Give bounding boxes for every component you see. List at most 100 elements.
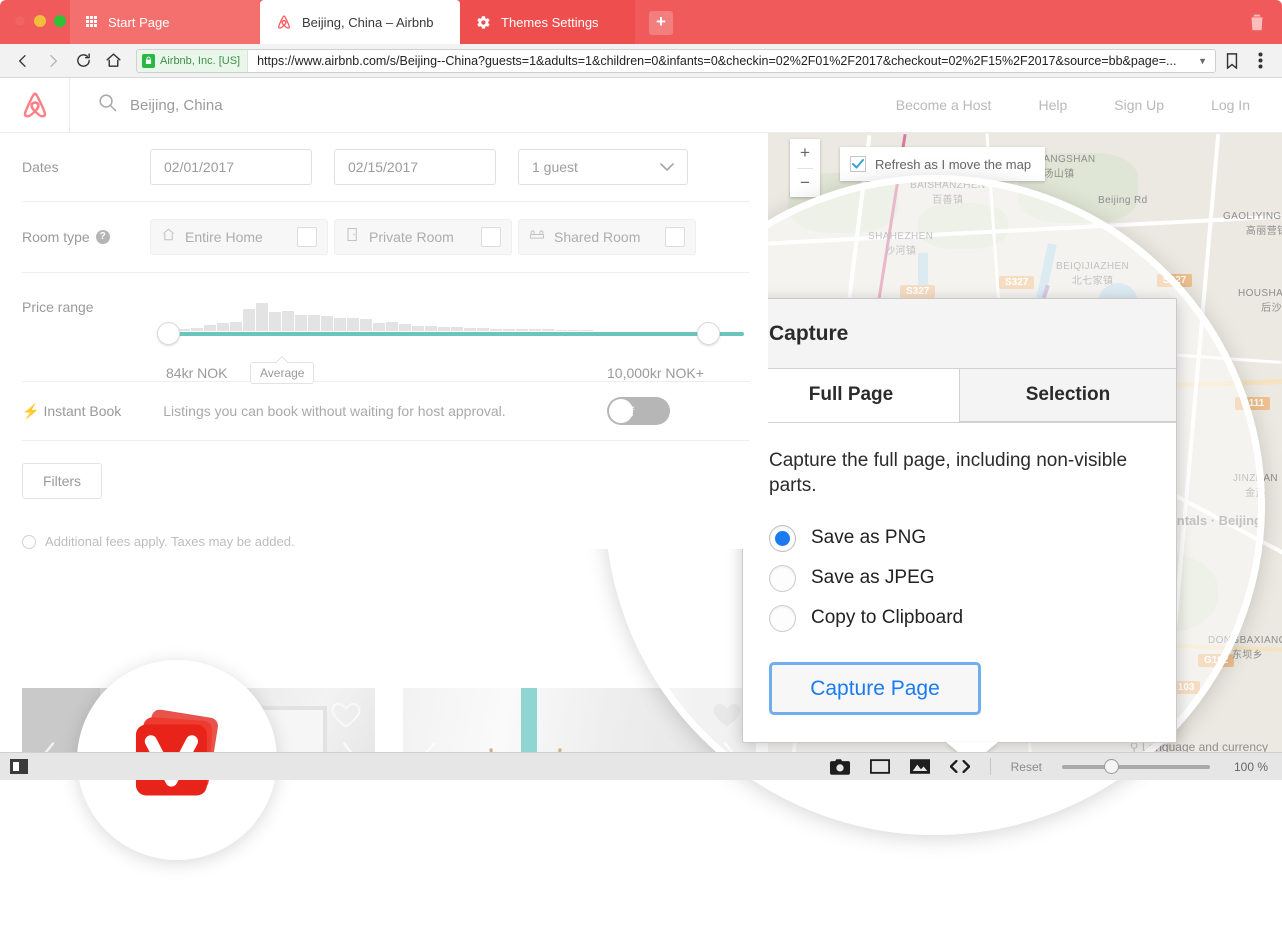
heart-icon[interactable] xyxy=(712,702,742,729)
room-type-shared-room[interactable]: Shared Room xyxy=(518,219,696,255)
map-place-label: GAOLIYINGZHEN高丽营镇 xyxy=(1223,211,1282,237)
room-type-label-text: Entire Home xyxy=(185,229,288,245)
tab-full-page[interactable]: Full Page xyxy=(743,369,959,422)
map-zoom-controls[interactable]: + − xyxy=(790,139,820,197)
back-arrow-icon[interactable] xyxy=(10,48,36,74)
instant-book-row: ⚡ Instant Book Listings you can book wit… xyxy=(0,382,768,440)
map-zoom-in-button[interactable]: + xyxy=(790,139,820,168)
instant-book-label: ⚡ Instant Book xyxy=(22,403,121,420)
reload-icon[interactable] xyxy=(70,48,96,74)
option-copy-to-clipboard[interactable]: Copy to Clipboard xyxy=(769,598,1150,638)
map-zoom-out-button[interactable]: − xyxy=(790,169,820,198)
checkin-date-input[interactable]: 02/01/2017 xyxy=(150,149,312,185)
code-icon[interactable] xyxy=(950,760,970,773)
room-type-label: Room type ? xyxy=(22,229,150,245)
price-slider-min-handle[interactable] xyxy=(157,322,180,345)
search-icon xyxy=(98,93,117,117)
capture-format-options: Save as PNG Save as JPEG Copy to Clipboa… xyxy=(769,518,1150,638)
door-icon xyxy=(345,227,360,247)
image-icon[interactable] xyxy=(910,759,930,774)
room-type-entire-home[interactable]: Entire Home xyxy=(150,219,328,255)
tab-selection[interactable]: Selection xyxy=(959,369,1176,422)
room-type-checkbox[interactable] xyxy=(665,227,685,247)
close-window-button[interactable] xyxy=(14,15,26,27)
option-label: Save as PNG xyxy=(811,527,926,549)
room-type-checkbox[interactable] xyxy=(481,227,501,247)
nav-log-in[interactable]: Log In xyxy=(1211,97,1250,113)
new-tab-button[interactable]: + xyxy=(649,11,673,35)
map-place-label: DONGBAXIANG东坝乡 xyxy=(1208,635,1282,661)
zoom-reset-button[interactable]: Reset xyxy=(1011,760,1042,774)
fee-note-row: Additional fees apply. Taxes may be adde… xyxy=(0,499,768,549)
zoom-slider-track xyxy=(1062,765,1210,769)
address-bar[interactable]: Airbnb, Inc. [US] https://www.airbnb.com… xyxy=(136,49,1216,73)
room-type-row: Room type ? Entire Home P xyxy=(0,202,768,272)
capture-dialog-body: Capture the full page, including non-vis… xyxy=(743,423,1176,715)
trash-icon[interactable] xyxy=(1246,10,1268,34)
radio-button[interactable] xyxy=(769,525,796,552)
sofa-icon xyxy=(529,227,545,247)
home-icon[interactable] xyxy=(100,48,126,74)
panel-toggle-icon[interactable] xyxy=(10,759,28,774)
price-slider-max-handle[interactable] xyxy=(697,322,720,345)
price-range-slider[interactable]: 84kr NOK Average 10,000kr NOK+ xyxy=(150,297,768,373)
divider xyxy=(990,758,991,775)
gear-icon xyxy=(476,15,491,30)
home-outline-icon xyxy=(161,227,176,247)
site-search[interactable]: Beijing, China xyxy=(70,93,223,117)
nav-help[interactable]: Help xyxy=(1038,97,1067,113)
map-refresh-label: Refresh as I move the map xyxy=(875,157,1031,172)
room-type-checkbox[interactable] xyxy=(297,227,317,247)
instant-book-toggle-label: Off xyxy=(617,404,634,419)
tab-themes-settings[interactable]: Themes Settings xyxy=(460,0,635,44)
minimize-window-button[interactable] xyxy=(34,15,46,27)
room-type-label-text: Private Room xyxy=(369,229,472,245)
heart-icon[interactable] xyxy=(331,702,361,729)
filters-button[interactable]: Filters xyxy=(22,463,102,499)
map-place-label: BEIQIJIAZHEN北七家镇 xyxy=(1056,261,1129,287)
option-save-as-jpeg[interactable]: Save as JPEG xyxy=(769,558,1150,598)
check-icon[interactable] xyxy=(850,156,866,172)
filters-button-row: Filters xyxy=(0,441,768,499)
radio-button[interactable] xyxy=(769,605,796,632)
help-icon[interactable]: ? xyxy=(96,230,110,244)
map-place-label: HOUSHAYUZHEN后沙峪镇 xyxy=(1238,288,1282,314)
highway-shield: S327 xyxy=(999,276,1034,289)
camera-icon[interactable] xyxy=(830,759,850,775)
grid-icon xyxy=(86,16,98,28)
zoom-slider-handle[interactable] xyxy=(1104,759,1119,774)
room-type-private-room[interactable]: Private Room xyxy=(334,219,512,255)
kebab-menu-icon[interactable] xyxy=(1248,49,1272,73)
zoom-level-label: 100 % xyxy=(1230,760,1268,774)
status-bar-tools: Reset 100 % xyxy=(830,758,1282,775)
map-refresh-toggle[interactable]: Refresh as I move the map xyxy=(840,147,1045,181)
zoom-slider[interactable] xyxy=(1062,760,1210,774)
url-text[interactable]: https://www.airbnb.com/s/Beijing--China?… xyxy=(248,54,1190,68)
price-slider-track[interactable] xyxy=(170,332,744,336)
nav-sign-up[interactable]: Sign Up xyxy=(1114,97,1164,113)
rectangle-icon[interactable] xyxy=(870,759,890,774)
capture-dialog-header: Capture xyxy=(743,299,1176,369)
option-label: Copy to Clipboard xyxy=(811,607,963,629)
window-controls[interactable] xyxy=(14,15,66,27)
bookmark-icon[interactable] xyxy=(1220,49,1244,73)
nav-become-a-host[interactable]: Become a Host xyxy=(896,97,992,113)
tab-label: Beijing, China – Airbnb xyxy=(302,15,434,30)
tab-airbnb[interactable]: Beijing, China – Airbnb xyxy=(260,0,460,44)
ssl-label: Airbnb, Inc. [US] xyxy=(160,55,240,67)
site-nav: Become a Host Help Sign Up Log In xyxy=(896,97,1282,113)
chevron-down-icon[interactable]: ▼ xyxy=(1190,56,1215,66)
maximize-window-button[interactable] xyxy=(54,15,66,27)
price-max-label: 10,000kr NOK+ xyxy=(607,365,704,381)
instant-book-toggle[interactable]: Off xyxy=(607,397,670,425)
option-save-as-png[interactable]: Save as PNG xyxy=(769,518,1150,558)
guests-select[interactable]: 1 guest xyxy=(518,149,688,185)
search-input[interactable]: Beijing, China xyxy=(130,97,223,114)
checkout-date-input[interactable]: 02/15/2017 xyxy=(334,149,496,185)
radio-button[interactable] xyxy=(769,565,796,592)
airbnb-logo[interactable] xyxy=(0,78,70,133)
forward-arrow-icon[interactable] xyxy=(40,48,66,74)
capture-page-button[interactable]: Capture Page xyxy=(769,662,981,715)
tab-start-page[interactable]: Start Page xyxy=(70,0,260,44)
screenshot-root: Start Page Beijing, China – Airbnb Theme… xyxy=(0,0,1282,933)
